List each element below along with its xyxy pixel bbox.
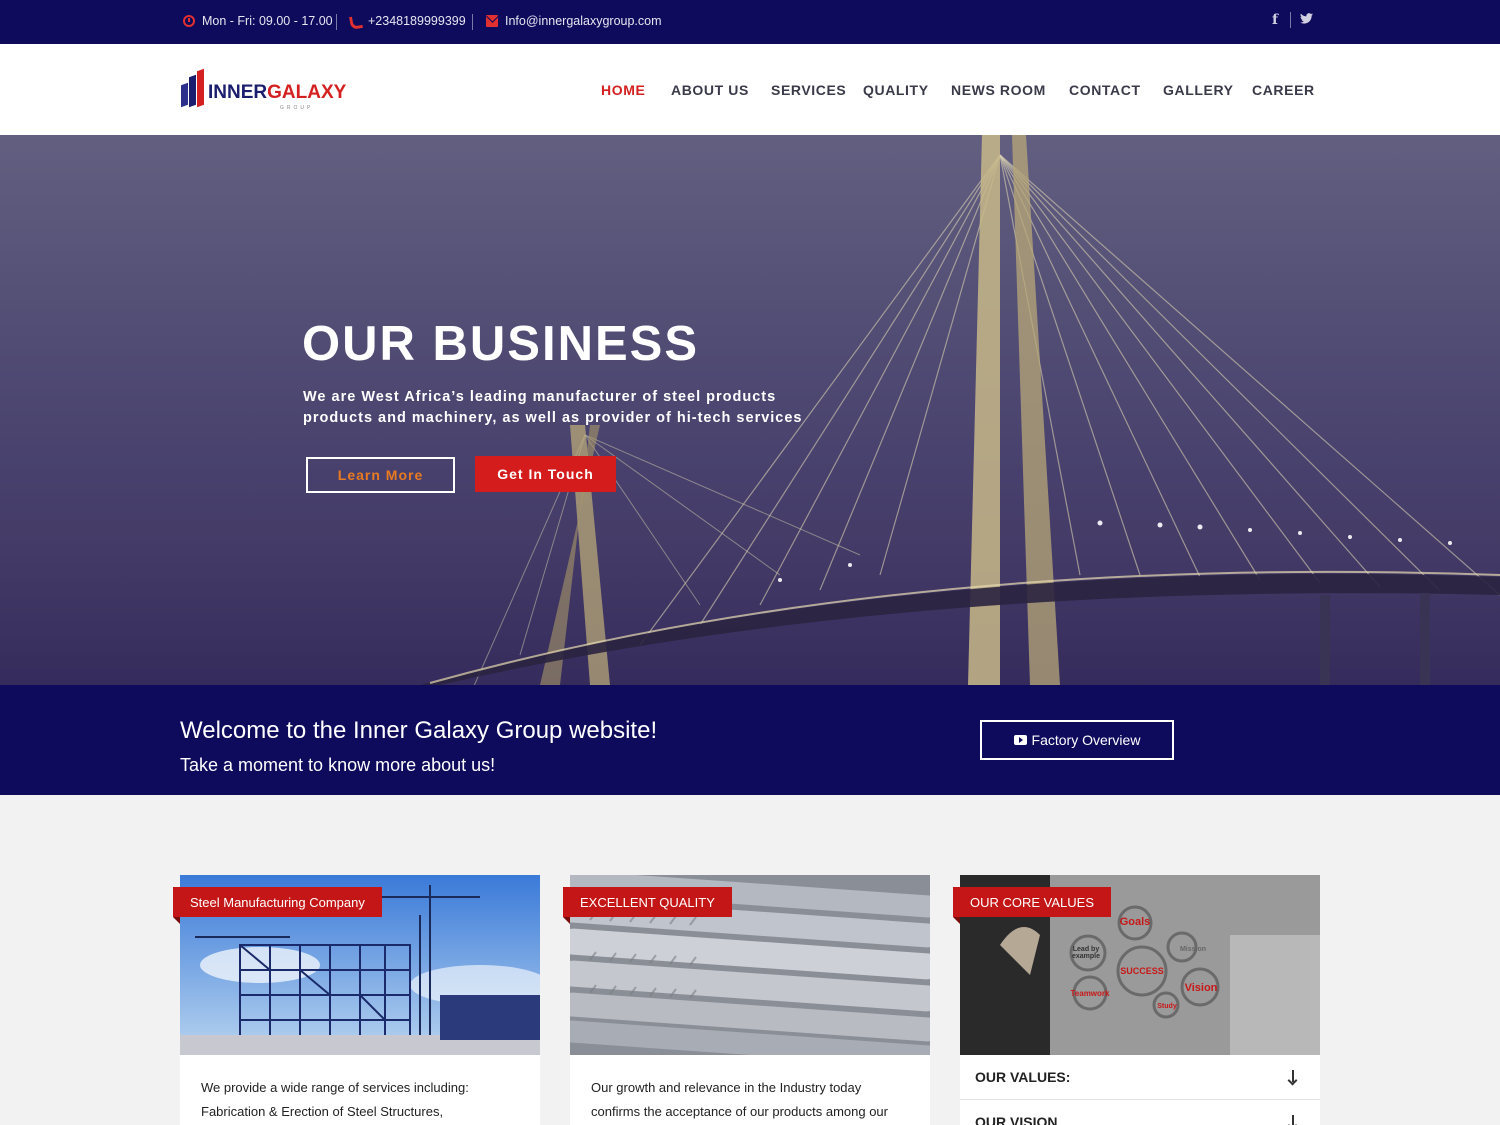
welcome-subtitle: Take a moment to know more about us! [180,755,496,775]
divider [472,14,473,30]
email-address[interactable]: Info@innergalaxygroup.com [505,14,662,28]
twitter-icon[interactable] [1300,12,1313,27]
svg-text:Study: Study [1157,1003,1177,1010]
welcome-band: Welcome to the Inner Galaxy Group websit… [0,685,1500,795]
welcome-title: Welcome to the Inner Galaxy Group websit… [180,717,658,744]
card-tag: EXCELLENT QUALITY [563,887,732,924]
card-tag: Steel Manufacturing Company [173,887,382,924]
email-contact[interactable]: Info@innergalaxygroup.com [486,14,662,28]
learn-more-button[interactable]: Learn More [306,457,455,493]
facebook-icon[interactable]: f [1272,12,1278,28]
svg-text:SUCCESS: SUCCESS [1120,966,1164,976]
logo-tagline: GROUP [280,105,314,111]
get-in-touch-button[interactable]: Get In Touch [475,456,616,492]
nav-career[interactable]: CAREER [1252,82,1315,98]
logo-wordmark: INNERGALAXY [208,82,347,103]
accordion-our-values[interactable]: OUR VALUES: [960,1055,1320,1100]
nav-news-room[interactable]: NEWS ROOM [951,82,1046,98]
hero-description: We are West Africa’s leading manufacture… [303,389,803,426]
factory-overview-button[interactable]: Factory Overview [980,720,1174,760]
card-description: We provide a wide range of services incl… [201,1080,469,1119]
card-excellent-quality: EXCELLENT QUALITY Our growth and relevan… [563,875,930,1125]
card-tag: OUR CORE VALUES [953,887,1112,924]
accordion-label: OUR VALUES: [975,1069,1071,1085]
card-description: Our growth and relevance in the Industry… [591,1080,888,1119]
card-steel-manufacturing: Steel Manufacturing Company We provide a… [173,875,540,1125]
arrow-down-icon [1288,1070,1298,1084]
phone-contact[interactable]: +2348189999399 [349,14,466,28]
logo-mark [180,68,206,108]
hero-title: OUR BUSINESS [302,317,700,371]
business-hours-text: Mon - Fri: 09.00 - 17.00 [202,14,333,28]
accordion-label: OUR VISION [975,1114,1058,1125]
phone-icon [349,15,361,27]
nav-contact[interactable]: CONTACT [1069,82,1141,98]
svg-text:example: example [1072,953,1100,960]
svg-text:Goals: Goals [1120,916,1151,928]
phone-number[interactable]: +2348189999399 [368,14,466,28]
divider [336,14,337,30]
accordion-our-vision[interactable]: OUR VISION [960,1100,1320,1125]
business-hours: Mon - Fri: 09.00 - 17.00 [183,14,333,28]
svg-text:Lead by: Lead by [1073,946,1100,953]
svg-text:Teamwork: Teamwork [1071,989,1111,998]
nav-about-us[interactable]: ABOUT US [671,82,749,98]
nav-services[interactable]: SERVICES [771,82,846,98]
factory-overview-label: Factory Overview [1031,732,1141,748]
nav-home[interactable]: HOME [601,82,645,98]
youtube-play-icon [1013,735,1027,745]
clock-icon [183,15,195,27]
svg-text:Vision: Vision [1185,982,1218,994]
svg-text:Mission: Mission [1180,946,1206,953]
envelope-icon [486,15,498,27]
divider [1290,12,1291,28]
top-bar: Mon - Fri: 09.00 - 17.00 +2348189999399 … [0,0,1500,44]
nav-gallery[interactable]: GALLERY [1163,82,1234,98]
hero-banner: OUR BUSINESS We are West Africa’s leadin… [0,135,1500,685]
card-core-values: Goals Lead by example Mission SUCCESS Vi… [953,875,1320,1125]
nav-quality[interactable]: QUALITY [863,82,929,98]
arrow-down-icon [1288,1115,1298,1125]
company-logo[interactable]: INNERGALAXY GROUP [180,68,346,112]
